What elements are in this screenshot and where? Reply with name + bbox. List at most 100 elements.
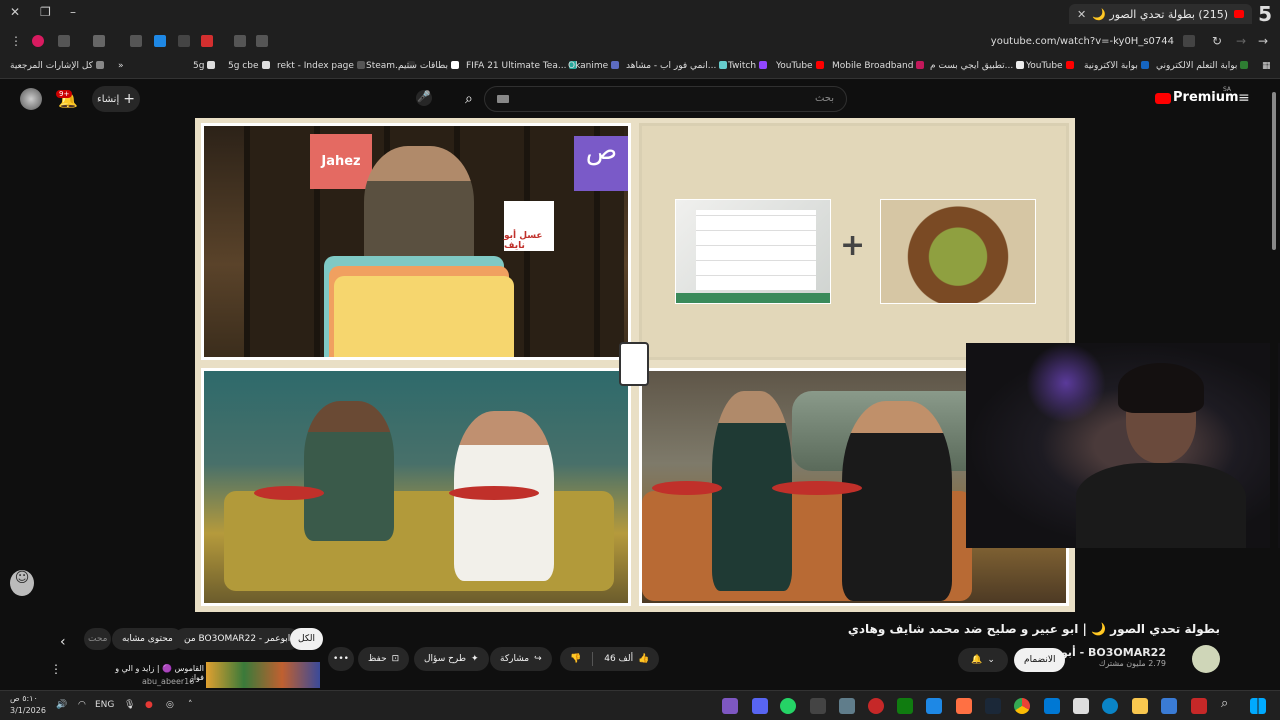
more-actions-button[interactable]: ••• xyxy=(328,647,354,671)
app-icon[interactable] xyxy=(926,698,942,714)
dislike-icon[interactable]: 👎 xyxy=(570,654,581,664)
honey-sign: عسل أبو نايف xyxy=(504,201,554,251)
bookmark-item[interactable]: Twitch xyxy=(728,61,770,71)
app-icon[interactable] xyxy=(810,698,826,714)
app-icon[interactable] xyxy=(1161,698,1177,714)
like-icon[interactable]: 👍 xyxy=(638,654,649,664)
video-panel-team-left xyxy=(201,368,631,606)
file-explorer-icon[interactable] xyxy=(1132,698,1148,714)
search-icon[interactable]: ⌕ xyxy=(465,91,834,107)
discord-icon[interactable] xyxy=(752,698,768,714)
windows-start-icon[interactable] xyxy=(1250,698,1266,714)
channel-avatar[interactable] xyxy=(1192,645,1220,673)
subscribe-bell-button[interactable]: 🔔 ⌄ xyxy=(958,648,1008,672)
plus-icon: + xyxy=(840,228,866,263)
next-video-menu-icon[interactable]: ⋮ xyxy=(50,662,62,676)
bookmark-item[interactable]: Okanime xyxy=(568,61,622,71)
region-label: SA xyxy=(1223,86,1232,93)
bookmark-item[interactable]: تطبيق ايجي بست م... xyxy=(930,61,1027,71)
restore-window-icon[interactable]: ❐ xyxy=(40,5,51,19)
youtube-logo-icon[interactable] xyxy=(1155,93,1171,104)
bookmark-item[interactable]: 5g cbe xyxy=(228,61,273,71)
app-icon[interactable] xyxy=(1191,698,1207,714)
account-avatar[interactable] xyxy=(20,88,42,110)
edge-icon[interactable] xyxy=(1102,698,1118,714)
join-button[interactable]: الانضمام xyxy=(1014,648,1066,672)
minimize-window-icon[interactable]: – xyxy=(70,5,76,19)
install-icon[interactable] xyxy=(256,35,268,47)
apps-grid-icon[interactable]: ▦ xyxy=(1262,61,1271,71)
voice-search-icon[interactable]: 🎤 xyxy=(416,90,432,106)
bookmark-item[interactable]: انمي فور اب - مشاهد... xyxy=(626,61,730,71)
store-icon[interactable] xyxy=(1073,698,1089,714)
hamburger-menu-icon[interactable]: ≡ xyxy=(1238,90,1250,106)
menu-icon[interactable]: ⋮ xyxy=(10,34,22,48)
back-icon[interactable]: → xyxy=(1258,34,1268,48)
url-field[interactable]: youtube.com/watch?v=-ky0H_s0744 xyxy=(991,36,1174,47)
floating-assistant-icon[interactable]: ☺ xyxy=(10,570,34,596)
browser-tab[interactable]: (215) بطولة تحدي الصور 🌙 ✕ xyxy=(1069,4,1252,24)
like-count[interactable]: 46 ألف xyxy=(604,654,633,664)
bookmark-item[interactable]: rekt - Index page xyxy=(277,61,368,71)
bookmark-star-icon[interactable] xyxy=(93,35,105,47)
whatsapp-icon[interactable] xyxy=(780,698,796,714)
bookmark-item[interactable]: 5g xyxy=(193,61,218,71)
extension-icon[interactable] xyxy=(178,35,190,47)
star-icon[interactable] xyxy=(234,35,246,47)
close-window-icon[interactable]: ✕ xyxy=(10,5,20,19)
ask-button[interactable]: طرح سؤال ✦ xyxy=(414,647,489,671)
bookmark-item[interactable]: بوابة الاكترونية xyxy=(1084,61,1152,71)
extension-icon[interactable] xyxy=(154,35,166,47)
wifi-icon[interactable]: ◠ xyxy=(78,700,86,710)
bookmark-item[interactable]: YouTube xyxy=(776,61,827,71)
tray-app-icon[interactable]: ◎ xyxy=(166,700,174,710)
volume-icon[interactable]: 🔊 xyxy=(56,700,67,710)
record-icon[interactable]: ● xyxy=(145,700,153,710)
page-scrollbar[interactable] xyxy=(1270,80,1278,690)
search-taskbar-icon[interactable]: ⌕ xyxy=(1221,696,1228,711)
all-bookmarks[interactable]: كل الإشارات المرجعية xyxy=(10,61,107,71)
bookmark-item[interactable]: بوابة التعلم الالكتروني xyxy=(1156,61,1251,71)
reading-list-icon[interactable] xyxy=(58,35,70,47)
bookmarks-bar: كل الإشارات المرجعية » 5g 5g cbe rekt - … xyxy=(0,55,1280,79)
bookmark-item[interactable]: Mobile Broadband xyxy=(832,61,927,71)
forward-icon[interactable]: → xyxy=(1236,34,1246,48)
video-player[interactable]: Jahez عسل أبو نايف ص + xyxy=(195,118,1075,612)
tray-overflow-icon[interactable]: ˄ xyxy=(188,700,193,710)
chip-from-channel[interactable]: من BO3OMAR22 - ابوعمر xyxy=(174,628,301,650)
chip-related[interactable]: محتوى مشابه xyxy=(112,628,183,650)
bookmark-item[interactable]: بطاقات ستيم xyxy=(398,61,462,71)
site-settings-icon[interactable] xyxy=(1183,35,1195,47)
tab-close-icon[interactable]: ✕ xyxy=(1077,8,1086,21)
search-input[interactable]: بحث xyxy=(815,93,834,104)
bookmark-item[interactable]: FIFA 21 Ultimate Tea... xyxy=(466,61,580,71)
profile-icon[interactable] xyxy=(32,35,44,47)
reload-icon[interactable]: ↻ xyxy=(1212,34,1222,48)
taskbar-clock[interactable]: ٥:١٠ ص 3/1/2026 xyxy=(10,693,46,717)
outlook-icon[interactable] xyxy=(1044,698,1060,714)
chip-all[interactable]: الكل xyxy=(290,628,324,650)
next-video-channel[interactable]: abu_abeer16 xyxy=(142,677,194,686)
chips-scroll-left-icon[interactable]: ‹ xyxy=(60,634,66,650)
xbox-icon[interactable] xyxy=(897,698,913,714)
adblock-icon[interactable] xyxy=(201,35,213,47)
app-icon[interactable] xyxy=(722,698,738,714)
create-button[interactable]: إنشاء + xyxy=(92,86,140,112)
bookmarks-overflow-icon[interactable]: » xyxy=(118,61,124,71)
next-video-thumbnail[interactable] xyxy=(206,662,320,688)
mic-icon[interactable]: 🎙 xyxy=(124,700,135,710)
search-box[interactable]: ⌕ بحث xyxy=(465,86,847,112)
app-icon[interactable] xyxy=(839,698,855,714)
save-label: حفظ xyxy=(368,654,387,664)
keyboard-icon[interactable] xyxy=(497,95,509,103)
share-button[interactable]: مشاركة ↪ xyxy=(490,647,552,671)
chip-more[interactable]: محت xyxy=(84,628,112,650)
language-indicator[interactable]: ENG xyxy=(95,700,114,710)
bookmark-item[interactable]: YouTube xyxy=(1026,61,1077,71)
steam-icon[interactable] xyxy=(985,698,1001,714)
app-icon[interactable] xyxy=(956,698,972,714)
extensions-icon[interactable] xyxy=(130,35,142,47)
chrome-icon[interactable] xyxy=(1014,698,1030,714)
app-icon[interactable] xyxy=(868,698,884,714)
save-button[interactable]: حفظ ⊡ xyxy=(358,647,410,671)
